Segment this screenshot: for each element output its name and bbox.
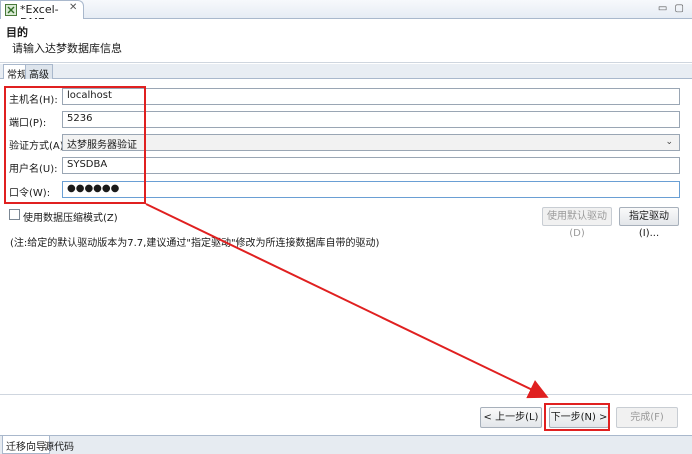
editor-tab[interactable]: *Excel-DM7 ✕	[0, 0, 84, 29]
finish-button[interactable]: 完成(F)	[616, 407, 678, 428]
host-input[interactable]: localhost	[62, 88, 680, 105]
footer-divider	[0, 394, 692, 395]
username-input[interactable]: SYSDBA	[62, 157, 680, 174]
tab-advanced[interactable]: 高级	[25, 64, 53, 81]
window-controls-icon[interactable]: ▭ ▢	[658, 3, 686, 14]
page-title: 目的	[6, 26, 28, 39]
auth-method-select[interactable]: 达梦服务器验证 ⌄	[62, 134, 680, 151]
back-button[interactable]: < 上一步(L)	[480, 407, 542, 428]
close-icon[interactable]: ✕	[69, 2, 77, 13]
bottom-tab-bar	[0, 435, 692, 454]
use-default-driver-button[interactable]: 使用默认驱动(D)	[542, 207, 612, 239]
excel-file-icon	[5, 4, 17, 16]
specify-driver-button[interactable]: 指定驱动(I)...	[619, 207, 679, 239]
password-input[interactable]: ●●●●●●	[62, 181, 680, 198]
tab-source-code[interactable]: 源代码	[41, 436, 77, 454]
compress-checkbox[interactable]	[9, 209, 20, 220]
page-description: 请输入达梦数据库信息	[12, 42, 122, 55]
editor-tab-strip	[0, 0, 692, 19]
next-button-highlight-box	[544, 403, 610, 431]
settings-tab-bar	[0, 64, 692, 79]
driver-note: (注:给定的默认驱动版本为7.7,建议通过"指定驱动"修改为所连接数据库自带的驱…	[10, 238, 380, 249]
chevron-down-icon[interactable]: ⌄	[665, 137, 673, 147]
form-highlight-box	[4, 86, 146, 204]
port-input[interactable]: 5236	[62, 111, 680, 128]
compress-label[interactable]: 使用数据压缩模式(Z)	[23, 209, 118, 224]
